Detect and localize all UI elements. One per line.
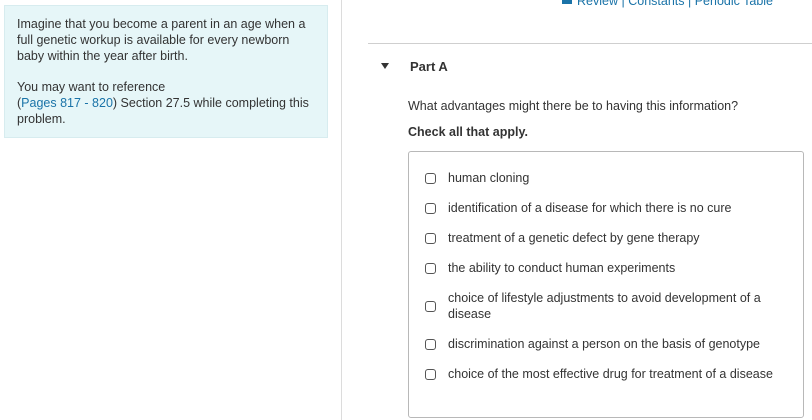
review-link[interactable]: Review (577, 0, 618, 8)
periodic-table-link[interactable]: Periodic Table (695, 0, 773, 8)
options-box: human cloning identification of a diseas… (408, 151, 804, 418)
info-panel: Imagine that you become a parent in an a… (4, 5, 328, 138)
reference-text: You may want to reference (Pages 817 - 8… (17, 79, 315, 127)
option-checkbox[interactable] (425, 368, 436, 380)
option-checkbox[interactable] (425, 300, 436, 312)
option-item[interactable]: choice of lifestyle adjustments to avoid… (425, 290, 789, 322)
reference-prefix: You may want to reference (17, 80, 166, 94)
option-label: choice of lifestyle adjustments to avoid… (448, 291, 761, 321)
option-item[interactable]: human cloning (425, 170, 789, 186)
pages-link[interactable]: Pages 817 - 820 (21, 96, 113, 110)
intro-text: Imagine that you become a parent in an a… (17, 17, 306, 63)
page: Review | Constants | Periodic Table Imag… (0, 0, 812, 420)
link-separator: | (687, 0, 692, 8)
option-checkbox[interactable] (425, 338, 436, 350)
instruction-text: Check all that apply. (408, 125, 528, 139)
caret-down-icon[interactable] (381, 63, 389, 69)
part-a-header[interactable]: Part A (368, 43, 812, 88)
option-label: treatment of a genetic defect by gene th… (448, 231, 700, 245)
link-separator: | (621, 0, 625, 8)
option-checkbox[interactable] (425, 172, 436, 184)
option-label: human cloning (448, 171, 530, 185)
option-label: discrimination against a person on the b… (448, 337, 760, 351)
option-checkbox[interactable] (425, 262, 436, 274)
option-item[interactable]: treatment of a genetic defect by gene th… (425, 230, 789, 246)
top-links: Review | Constants | Periodic Table (562, 0, 773, 8)
option-label: choice of the most effective drug for tr… (448, 367, 773, 381)
vertical-divider (341, 0, 342, 420)
part-title: Part A (410, 59, 448, 74)
option-item[interactable]: identification of a disease for which th… (425, 200, 789, 216)
option-item[interactable]: the ability to conduct human experiments (425, 260, 789, 276)
option-checkbox[interactable] (425, 202, 436, 214)
question-text: What advantages might there be to having… (408, 99, 739, 113)
option-item[interactable]: choice of the most effective drug for tr… (425, 366, 789, 382)
constants-link[interactable]: Constants (628, 0, 684, 8)
option-label: identification of a disease for which th… (448, 201, 732, 215)
option-label: the ability to conduct human experiments (448, 261, 676, 275)
option-checkbox[interactable] (425, 232, 436, 244)
review-icon (562, 0, 572, 4)
option-item[interactable]: discrimination against a person on the b… (425, 336, 789, 352)
